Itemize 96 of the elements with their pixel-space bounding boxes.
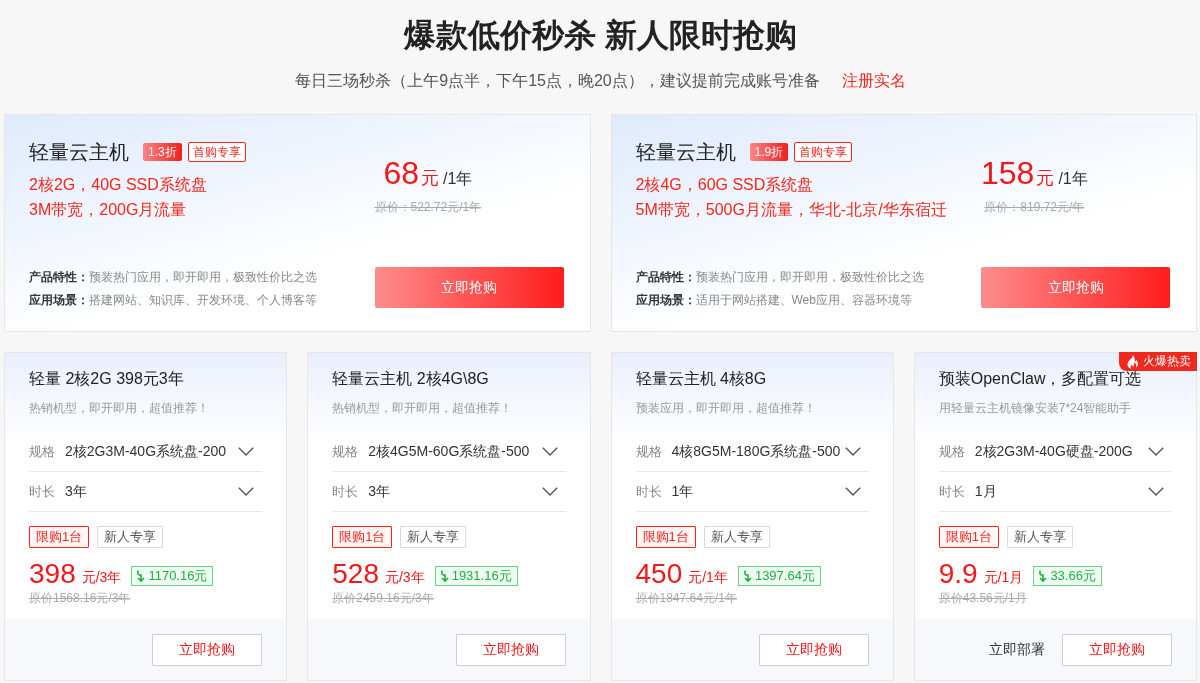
- buy-button[interactable]: 立即抢购: [152, 633, 263, 666]
- dropdown-select[interactable]: 1年: [671, 481, 869, 502]
- arrow-down-icon: [137, 570, 146, 582]
- product-title: 轻量云主机 2核4G\8G: [332, 369, 490, 389]
- promo-tag: 新人专享: [703, 526, 770, 548]
- dropdown-select[interactable]: 2核2G3M-40G硬盘-200G: [974, 441, 1172, 462]
- purchase-limit-tag: 限购1台: [635, 526, 696, 548]
- dropdown-select[interactable]: 3年: [65, 481, 263, 502]
- promo-tag: 新人专享: [97, 526, 164, 548]
- spec-text: 5M带宽，500G月流量，华北-北京/华东宿迁: [635, 200, 948, 220]
- purchase-limit-tag: 限购1台: [938, 526, 999, 548]
- deploy-link[interactable]: 立即部署: [989, 639, 1045, 660]
- product-title: 轻量云主机: [635, 140, 736, 165]
- price-period: 元/1月: [983, 567, 1024, 587]
- feature-value: 预装热门应用，即开即用，极致性价比之选: [89, 269, 317, 286]
- product-title: 轻量云主机 4核8G: [635, 369, 768, 389]
- first-purchase-tag: 首购专享: [794, 142, 853, 162]
- price-amount: 528: [332, 558, 379, 590]
- product-title: 轻量 2核2G 398元3年: [29, 369, 185, 389]
- purchase-limit-tag: 限购1台: [29, 526, 90, 548]
- chevron-down-icon: [1148, 447, 1164, 456]
- first-purchase-tag: 首购专享: [187, 142, 246, 162]
- option-label: 时长: [29, 482, 56, 501]
- price-period: 元/3年: [81, 567, 122, 587]
- spec-text: 3M带宽，200G月流量: [29, 200, 188, 220]
- register-link[interactable]: 注册实名: [841, 69, 906, 93]
- feature-label: 应用场景：: [29, 292, 89, 309]
- price-amount: 68: [383, 154, 419, 193]
- discount-badge: 1.9折: [749, 143, 789, 161]
- feature-label: 产品特性：: [635, 269, 696, 286]
- dropdown-select[interactable]: 1月: [974, 481, 1172, 502]
- price-amount: 398: [29, 558, 76, 590]
- promo-tag: 新人专享: [400, 526, 467, 548]
- flame-icon: [1127, 354, 1138, 369]
- feature-value: 搭建网站、知识库、开发环境、个人博客等: [89, 292, 317, 309]
- price-period: /1年: [1058, 169, 1088, 189]
- product-title: 轻量云主机: [29, 140, 129, 165]
- product-description: 热销机型，即开即用，超值推荐！: [29, 400, 210, 417]
- saving-amount: 33.66元: [1050, 567, 1096, 585]
- original-price: 原价1568.16元/3年: [29, 590, 132, 606]
- buy-button[interactable]: 立即抢购: [455, 633, 566, 666]
- feature-value: 预装热门应用，即开即用，极致性价比之选: [695, 269, 924, 286]
- price-amount: 450: [635, 558, 683, 590]
- price-amount: 158: [981, 154, 1035, 193]
- subtitle-text: 每日三场秒杀（上午9点半，下午15点，晚20点），建议提前完成账号准备: [295, 71, 820, 91]
- arrow-down-icon: [743, 570, 752, 582]
- option-label: 时长: [332, 482, 360, 501]
- chevron-down-icon: [844, 487, 861, 496]
- saving-amount: 1397.64元: [754, 567, 815, 585]
- price-period: 元/1年: [688, 567, 728, 587]
- price-amount: 9.9: [938, 558, 978, 590]
- arrow-down-icon: [1039, 570, 1048, 582]
- feature-label: 应用场景：: [635, 292, 696, 309]
- buy-button[interactable]: 立即抢购: [1062, 633, 1172, 666]
- option-label: 规格: [635, 442, 663, 461]
- page-title: 爆款低价秒杀 新人限时抢购: [402, 16, 798, 55]
- buy-button[interactable]: 立即抢购: [758, 633, 869, 666]
- option-label: 时长: [635, 482, 663, 501]
- chevron-down-icon: [541, 487, 558, 496]
- product-description: 用轻量云主机镜像安装7*24智能助手: [938, 400, 1133, 417]
- dropdown-select[interactable]: 2核2G3M-40G系统盘-200: [65, 441, 263, 462]
- product-description: 预装应用，即开即用，超值推荐！: [635, 400, 817, 417]
- spec-text: 2核4G，60G SSD系统盘: [635, 175, 815, 195]
- saving-amount: 1170.16元: [148, 567, 208, 585]
- chevron-down-icon: [541, 447, 558, 456]
- option-label: 规格: [29, 442, 56, 461]
- original-price: 原价：819.72元/年: [983, 199, 1086, 216]
- original-price: 原价：522.72元/1年: [374, 199, 482, 216]
- price-currency: 元: [421, 167, 439, 190]
- promo-tag: 新人专享: [1007, 526, 1073, 548]
- original-price: 原价43.56元/1月: [938, 590, 1028, 606]
- chevron-down-icon: [238, 487, 255, 496]
- chevron-down-icon: [238, 447, 255, 456]
- dropdown-select[interactable]: 2核4G5M-60G系统盘-500: [368, 441, 566, 462]
- product-title: 预装OpenClaw，多配置可选: [938, 369, 1143, 389]
- purchase-limit-tag: 限购1台: [332, 526, 393, 548]
- arrow-down-icon: [440, 570, 449, 582]
- discount-badge: 1.3折: [143, 143, 182, 161]
- product-description: 热销机型，即开即用，超值推荐！: [332, 400, 514, 417]
- price-currency: 元: [1036, 167, 1055, 190]
- option-label: 时长: [938, 482, 966, 501]
- original-price: 原价1847.64元/1年: [635, 590, 738, 606]
- original-price: 原价2459.16元/3年: [332, 590, 435, 606]
- chevron-down-icon: [844, 447, 861, 456]
- price-period: 元/3年: [384, 567, 425, 587]
- dropdown-select[interactable]: 4核8G5M-180G系统盘-500: [671, 441, 869, 462]
- dropdown-select[interactable]: 3年: [368, 481, 566, 502]
- feature-label: 产品特性：: [29, 269, 89, 286]
- spec-text: 2核2G，40G SSD系统盘: [29, 175, 208, 195]
- chevron-down-icon: [1148, 487, 1164, 496]
- ribbon-text: 火爆热卖: [1143, 353, 1191, 370]
- option-label: 规格: [332, 442, 360, 461]
- saving-amount: 1931.16元: [451, 567, 512, 585]
- feature-value: 适用于网站搭建、Web应用、容器环境等: [695, 292, 912, 309]
- option-label: 规格: [938, 442, 966, 461]
- price-period: /1年: [443, 169, 473, 189]
